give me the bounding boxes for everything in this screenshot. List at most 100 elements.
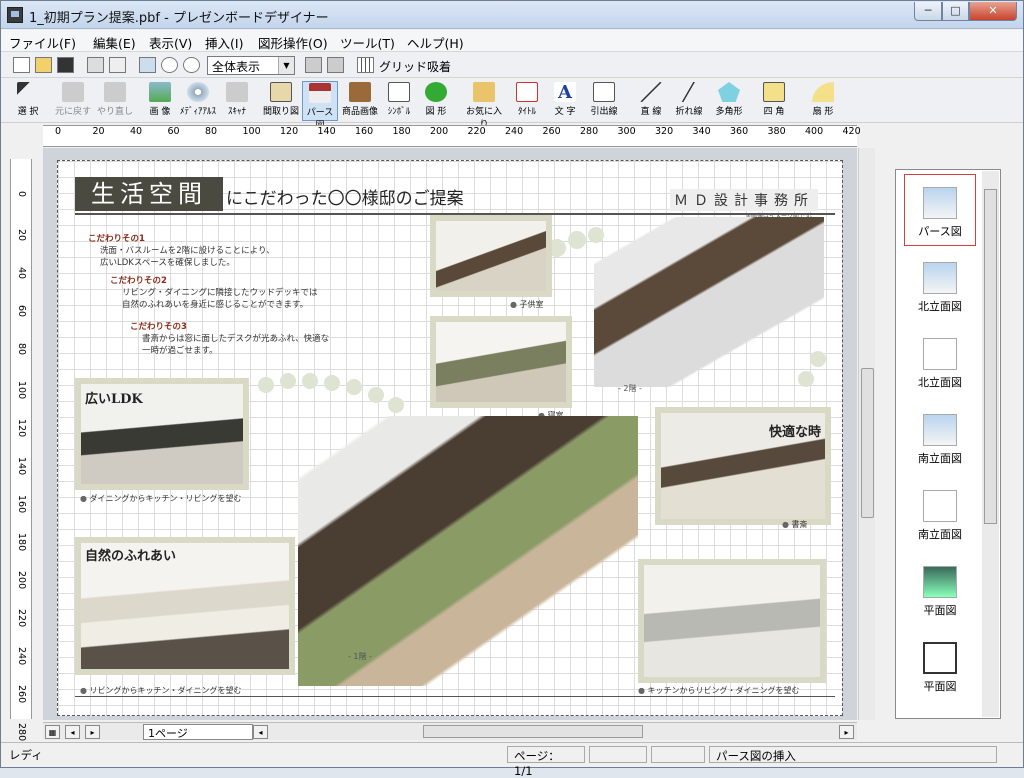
- zoom-out-icon[interactable]: [183, 57, 200, 73]
- standard-toolbar: [1, 53, 1023, 78]
- point-2[interactable]: こだわりその2 リビング・ダイニングに隣接したウッドデッキでは 自然のふれあいを…: [110, 275, 318, 311]
- zoom-select[interactable]: 全体表示 ▼: [207, 56, 295, 75]
- prev-page-icon[interactable]: ◂: [65, 725, 80, 739]
- library-item-south-elevation-1[interactable]: 南立面図: [904, 402, 976, 474]
- chevron-down-icon[interactable]: ▼: [278, 57, 294, 74]
- tool-text[interactable]: A文 字: [549, 81, 581, 121]
- tool-symbol[interactable]: ｼﾝﾎﾞﾙ: [381, 81, 417, 121]
- canvas-vertical-scrollbar[interactable]: [858, 148, 875, 720]
- bring-front-icon[interactable]: [305, 57, 322, 73]
- close-button[interactable]: ✕: [969, 2, 1017, 21]
- bottom-rule: [75, 696, 835, 697]
- tool-sector[interactable]: 扇 形: [806, 81, 840, 121]
- point-3[interactable]: こだわりその3 書斎からは窓に面したデスクが光あふれ、快適な 一時が過ごせます。: [130, 321, 329, 357]
- ruler-tick-label: 280: [580, 126, 599, 137]
- study-label: 快適な時: [768, 425, 821, 440]
- photo-kids-room[interactable]: [430, 215, 552, 297]
- menu-tools[interactable]: ツール(T): [340, 33, 395, 52]
- trail-dot: [368, 387, 384, 403]
- menu-help[interactable]: ヘルプ(H): [407, 33, 464, 52]
- photo-kitchen[interactable]: [638, 559, 826, 683]
- status-page: ページ： 1/1: [507, 746, 585, 778]
- next-page-icon[interactable]: ▸: [85, 725, 100, 739]
- app-icon[interactable]: [7, 7, 23, 23]
- hscroll-right-icon[interactable]: ▸: [839, 725, 854, 739]
- point-1[interactable]: こだわりその1 洗面・バスルームを2階に設けることにより、 広いLDKスペースを…: [88, 233, 275, 269]
- tool-perspective[interactable]: パース図: [302, 81, 338, 131]
- photo-study[interactable]: 快適な時: [655, 407, 831, 525]
- ruler-tick-label: 80: [205, 126, 218, 137]
- menu-insert[interactable]: 挿入(I): [205, 33, 243, 52]
- photo-bedroom[interactable]: [430, 316, 572, 408]
- tool-favorite[interactable]: お気に入り: [463, 81, 505, 130]
- ruler-tick-label: 340: [692, 126, 711, 137]
- board-subheadline[interactable]: にこだわった〇〇様邸のご提案: [226, 184, 464, 209]
- tool-leader[interactable]: 引出線: [586, 81, 622, 121]
- tool-redo[interactable]: やり直し: [95, 81, 135, 121]
- photo-floor1-perspective[interactable]: [298, 416, 638, 686]
- photo-floor2-perspective[interactable]: [594, 217, 824, 387]
- grid-icon[interactable]: [357, 57, 374, 73]
- nature-label: 自然のふれあい: [85, 549, 177, 564]
- tool-floorplan[interactable]: 間取り図: [263, 81, 299, 121]
- tool-title[interactable]: ﾀｲﾄﾙ: [511, 81, 543, 121]
- tool-image[interactable]: 画 像: [143, 81, 177, 121]
- polyline-icon: [678, 82, 700, 102]
- hscroll-left-icon[interactable]: ◂: [253, 725, 268, 739]
- tool-product[interactable]: 商品画像: [341, 81, 379, 121]
- library-item-perspective[interactable]: パース図: [904, 174, 976, 246]
- menu-file[interactable]: ファイル(F): [9, 33, 76, 52]
- library-item-north-elevation-1[interactable]: 北立面図: [904, 250, 976, 322]
- ruler-tick-label: 60: [167, 126, 180, 137]
- canvas-vscroll-thumb[interactable]: [861, 368, 874, 518]
- caption-study: 書斎: [782, 519, 808, 530]
- tool-polyline[interactable]: 折れ線: [671, 81, 707, 121]
- minimize-button[interactable]: ─: [914, 2, 942, 21]
- library-item-south-elevation-2[interactable]: 南立面図: [904, 478, 976, 550]
- tool-rectangle[interactable]: 四 角: [757, 81, 791, 121]
- new-file-icon[interactable]: [13, 57, 30, 73]
- ruler-tick-label: 260: [16, 685, 27, 704]
- menu-view[interactable]: 表示(V): [149, 33, 192, 52]
- point-1-title: こだわりその1: [88, 234, 145, 244]
- leader-line-icon: [593, 82, 615, 102]
- ruler-tick-label: 220: [467, 126, 486, 137]
- sector-icon: [812, 82, 834, 102]
- menu-edit[interactable]: 編集(E): [93, 33, 136, 52]
- panel-scrollbar[interactable]: [982, 171, 999, 717]
- tool-polygon[interactable]: 多角形: [711, 81, 747, 121]
- ruler-tick-label: 0: [16, 191, 27, 198]
- kids-room-image: [436, 221, 546, 291]
- print-icon[interactable]: [87, 57, 104, 73]
- photo-ldk[interactable]: 広いLDK: [75, 378, 249, 490]
- tool-undo[interactable]: 元に戻す: [53, 81, 93, 121]
- library-item-north-elevation-2[interactable]: 北立面図: [904, 326, 976, 398]
- send-back-icon[interactable]: [327, 57, 344, 73]
- tool-scanner[interactable]: ｽｷｬﾅ: [219, 81, 255, 121]
- panel-scroll-thumb[interactable]: [984, 189, 997, 524]
- board-page[interactable]: 生活空間 にこだわった〇〇様邸のご提案 ＭＤ設計事務所 ※画像はイメージ図です。…: [57, 160, 843, 716]
- page-tab-1[interactable]: 1ページ: [143, 724, 253, 740]
- company-name[interactable]: ＭＤ設計事務所: [670, 189, 818, 211]
- board-headline[interactable]: 生活空間: [75, 177, 223, 211]
- zoom-in-icon[interactable]: [161, 57, 178, 73]
- tool-shape[interactable]: 図 形: [419, 81, 453, 121]
- print-preview-icon[interactable]: [109, 57, 126, 73]
- canvas-hscroll-thumb[interactable]: [423, 725, 643, 738]
- page-overview-icon[interactable]: ▦: [45, 725, 60, 739]
- photo-nature[interactable]: 自然のふれあい: [75, 537, 295, 675]
- fit-page-icon[interactable]: [139, 57, 156, 73]
- tool-media[interactable]: ﾒﾃﾞｨｱｱﾙｽ: [179, 81, 217, 121]
- grid-snap-toggle[interactable]: グリッド吸着: [379, 58, 451, 75]
- maximize-button[interactable]: □: [942, 2, 969, 21]
- library-item-plan-1[interactable]: 平面図: [904, 554, 976, 626]
- menu-shape-ops[interactable]: 図形操作(O): [258, 33, 328, 52]
- open-folder-icon[interactable]: [35, 57, 52, 73]
- save-icon[interactable]: [57, 57, 74, 73]
- perspective-house-icon: [309, 83, 331, 103]
- design-canvas[interactable]: 生活空間 にこだわった〇〇様邸のご提案 ＭＤ設計事務所 ※画像はイメージ図です。…: [43, 148, 857, 720]
- ldk-label: 広いLDK: [85, 392, 143, 407]
- tool-line[interactable]: 直 線: [635, 81, 667, 121]
- library-item-plan-2[interactable]: 平面図: [904, 630, 976, 702]
- tool-select[interactable]: 選 択: [9, 81, 47, 121]
